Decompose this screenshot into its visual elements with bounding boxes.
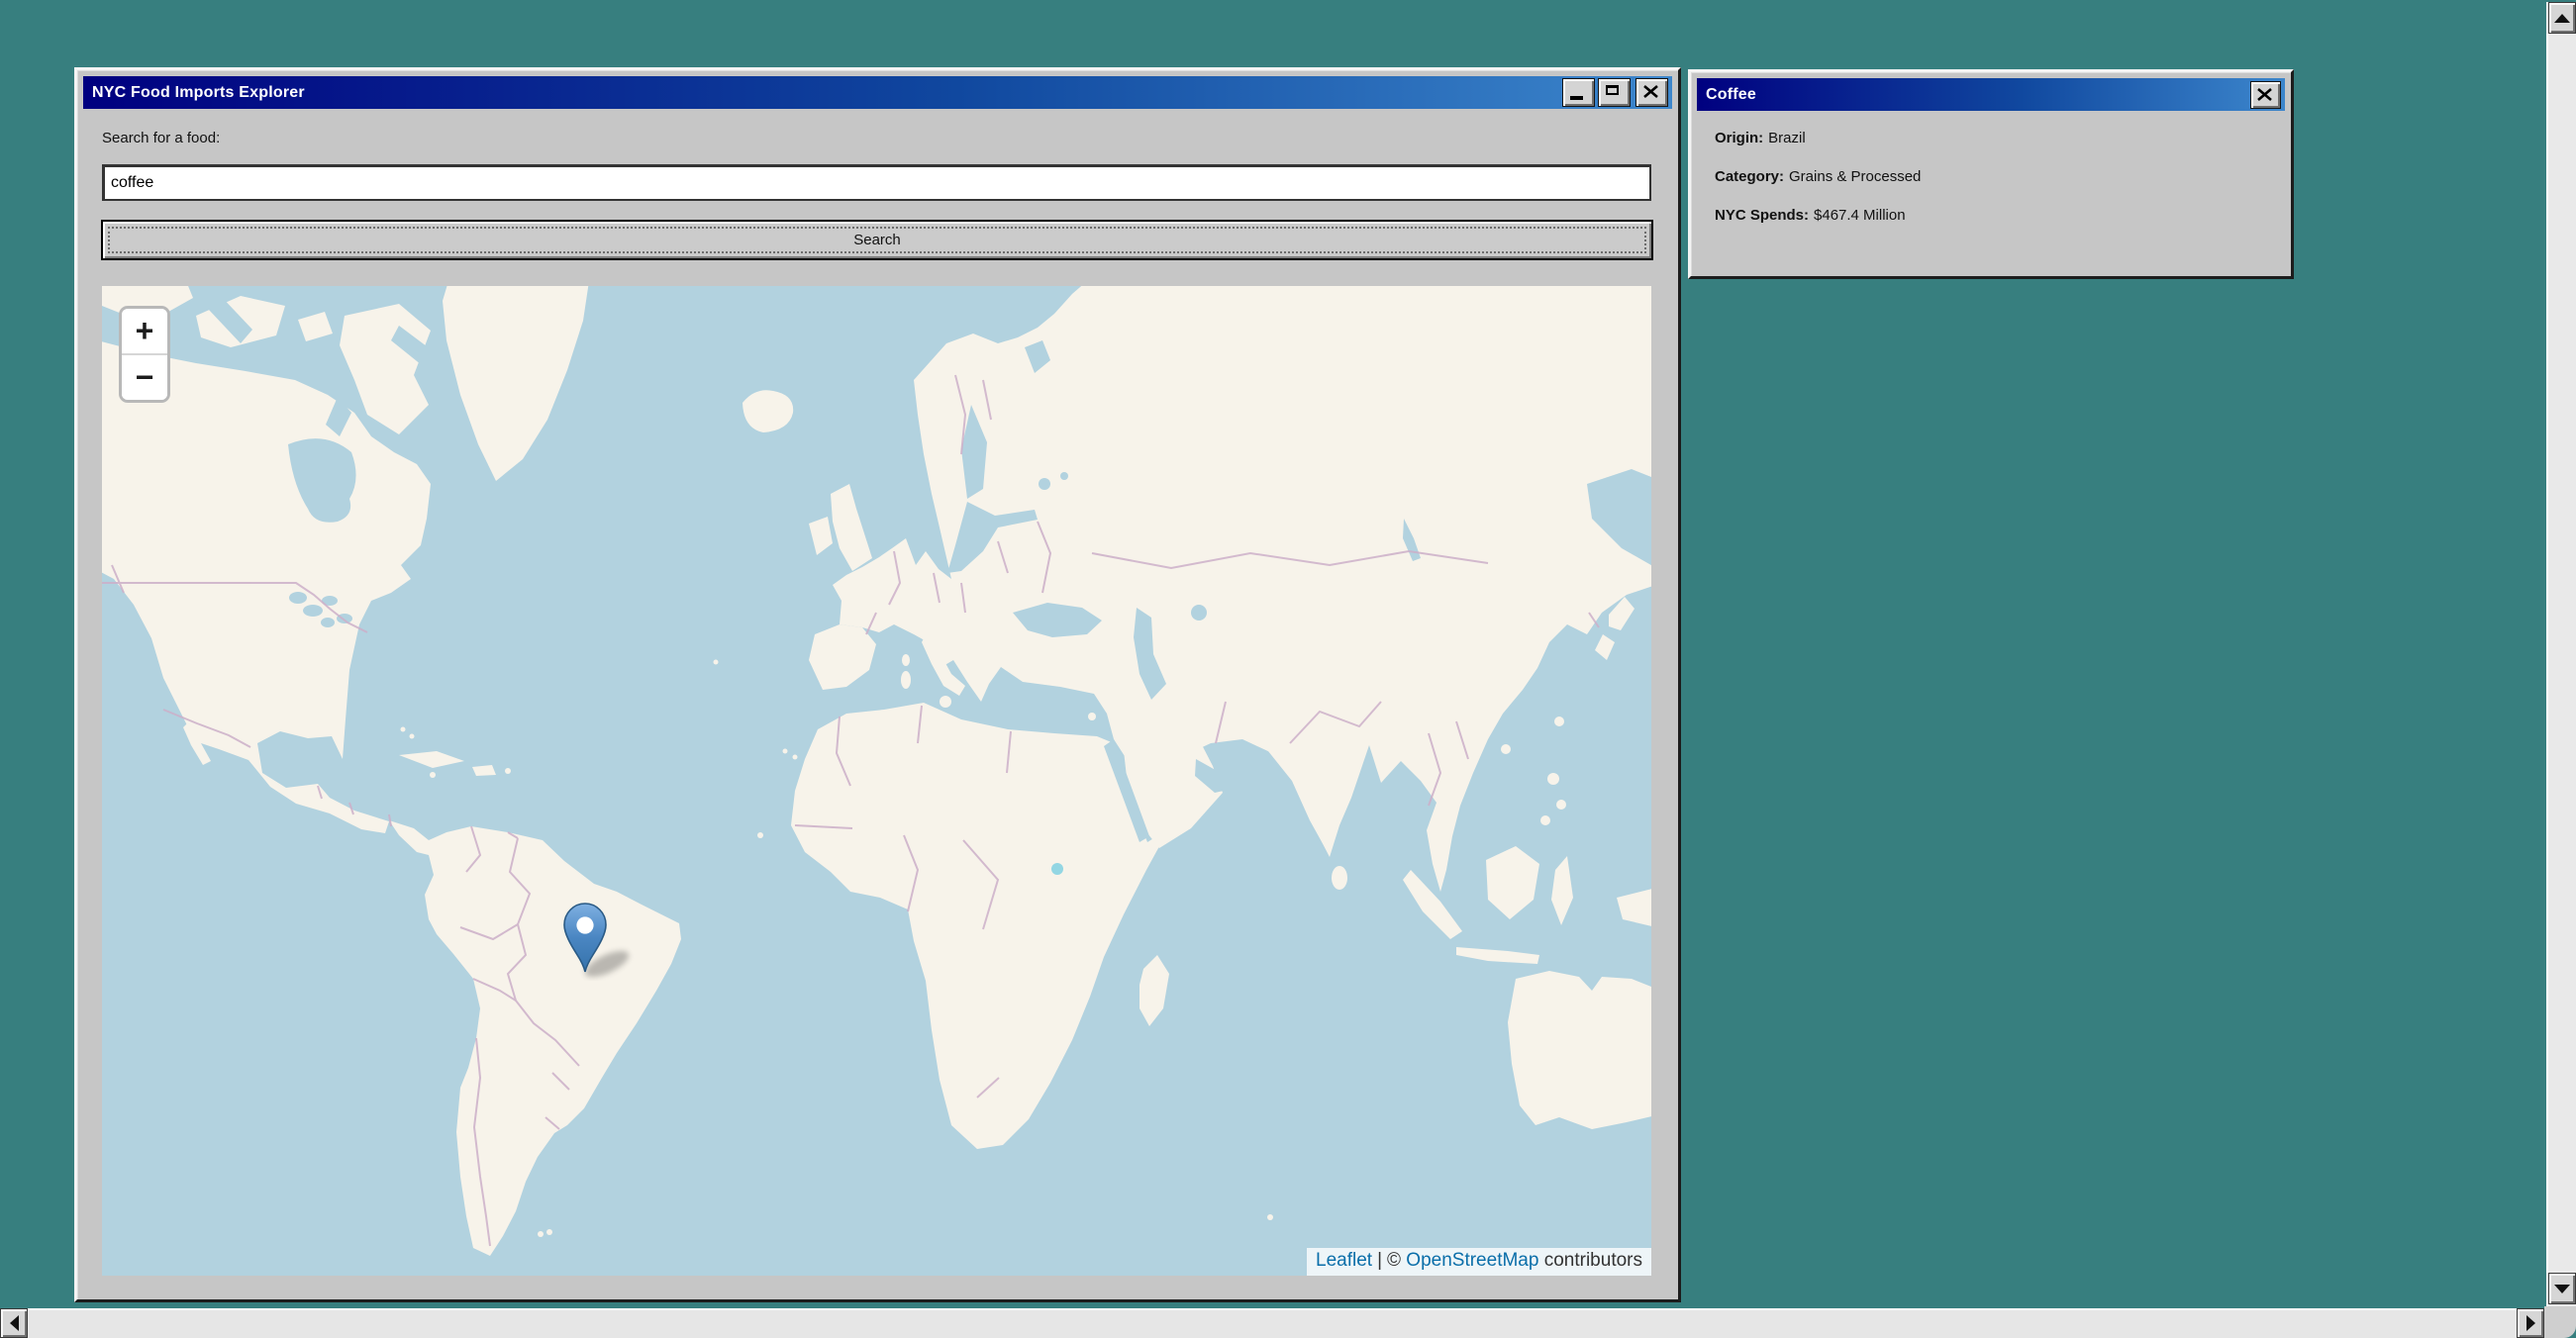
attribution-suffix: contributors: [1544, 1250, 1642, 1271]
scroll-up-button[interactable]: [2548, 2, 2576, 34]
nyc-spends-value: $467.4 Million: [1814, 207, 1906, 224]
map-marker[interactable]: [547, 902, 639, 981]
nyc-spends-label: NYC Spends:: [1715, 207, 1809, 224]
scroll-down-icon: [2554, 1285, 2570, 1293]
main-window-title: NYC Food Imports Explorer: [92, 84, 1559, 102]
openstreetmap-link[interactable]: OpenStreetMap: [1406, 1250, 1538, 1271]
scroll-right-icon: [2526, 1315, 2535, 1331]
scrollbar-corner: [2544, 1306, 2576, 1338]
zoom-out-button[interactable]: −: [122, 353, 167, 400]
map-zoom-control: + −: [119, 306, 170, 403]
popup-close-button[interactable]: [2250, 81, 2281, 109]
search-button-label: Search: [853, 232, 901, 248]
zoom-in-button[interactable]: +: [122, 309, 167, 353]
close-button[interactable]: [1635, 78, 1668, 107]
search-label: Search for a food:: [102, 130, 220, 146]
category-row: Category: Grains & Processed: [1715, 168, 2275, 185]
map-attribution: Leaflet|© OpenStreetMap contributors: [1307, 1248, 1651, 1276]
nyc-spends-row: NYC Spends: $467.4 Million: [1715, 207, 2275, 224]
minimize-button[interactable]: [1562, 78, 1595, 107]
scroll-down-button[interactable]: [2548, 1273, 2576, 1304]
main-window-titlebar[interactable]: NYC Food Imports Explorer: [83, 76, 1672, 109]
scroll-left-button[interactable]: [0, 1308, 28, 1338]
search-button[interactable]: Search: [101, 220, 1653, 260]
popup-window: Coffee Origin: Brazil Category: Grains & P…: [1688, 69, 2294, 279]
category-value: Grains & Processed: [1789, 168, 1921, 185]
origin-value: Brazil: [1768, 130, 1806, 146]
origin-row: Origin: Brazil: [1715, 130, 2275, 146]
desktop: { "desktop": { "background_color": "#377…: [0, 0, 2576, 1338]
main-window: NYC Food Imports Explorer Search for a f…: [74, 67, 1681, 1302]
scroll-left-icon: [10, 1315, 19, 1331]
map-canvas[interactable]: + − Leaflet|© OpenStreetMap contributors: [102, 286, 1651, 1276]
popup-content: Origin: Brazil Category: Grains & Processe…: [1715, 130, 2275, 245]
search-input[interactable]: [102, 164, 1651, 201]
popup-title: Coffee: [1706, 86, 2247, 104]
minimize-icon: [1570, 96, 1583, 100]
scroll-up-icon: [2554, 14, 2570, 23]
category-label: Category:: [1715, 168, 1784, 185]
popup-titlebar[interactable]: Coffee: [1697, 78, 2285, 111]
maximize-button[interactable]: [1598, 78, 1631, 107]
scroll-right-button[interactable]: [2517, 1308, 2544, 1338]
close-icon: [1643, 85, 1658, 103]
marker-pin-hole: [576, 916, 593, 933]
leaflet-link[interactable]: Leaflet: [1316, 1250, 1372, 1271]
attribution-divider: |: [1377, 1250, 1382, 1271]
popup-close-icon: [2257, 88, 2272, 106]
copyright-symbol: ©: [1387, 1250, 1401, 1271]
origin-label: Origin:: [1715, 130, 1763, 146]
world-map-tiles: [102, 286, 1651, 1276]
vertical-scrollbar[interactable]: [2546, 2, 2576, 1306]
maximize-icon: [1606, 85, 1619, 95]
horizontal-scrollbar[interactable]: [0, 1308, 2544, 1338]
